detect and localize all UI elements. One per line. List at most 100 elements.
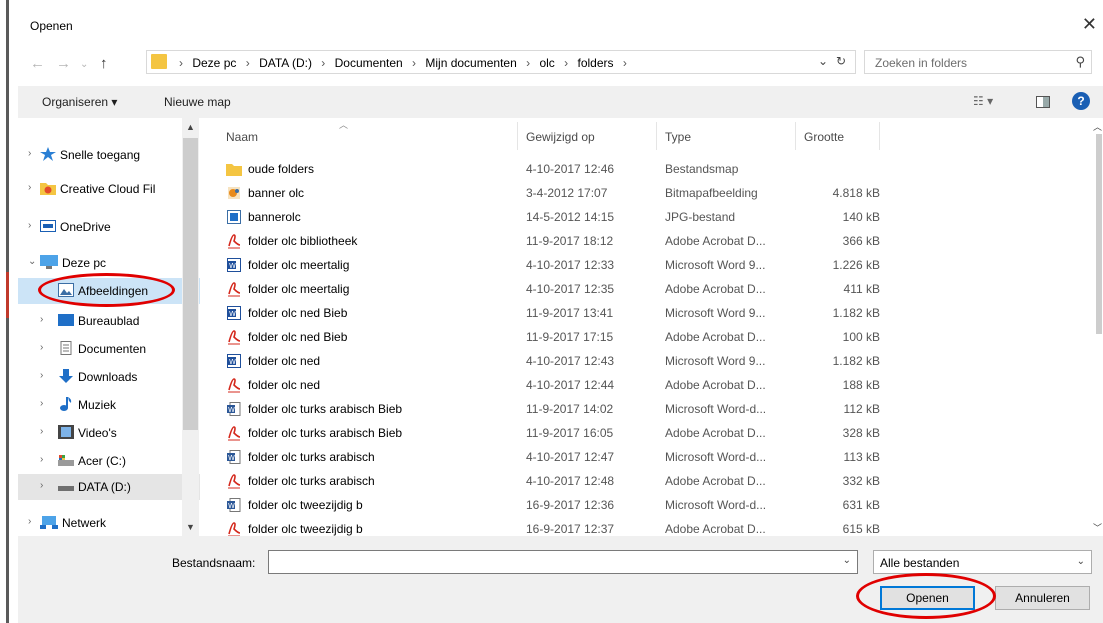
scroll-down-arrow-icon[interactable]: ﹀	[1093, 521, 1102, 534]
organize-button[interactable]: Organiseren ▾	[42, 95, 117, 109]
refresh-icon[interactable]: ↻	[836, 54, 846, 68]
nav-item-onedrive[interactable]: › OneDrive	[18, 214, 200, 240]
file-date: 11-9-2017 13:41	[526, 306, 614, 320]
file-row[interactable]: W folder olc turks arabisch Bieb 11-9-20…	[204, 397, 1064, 421]
help-icon[interactable]: ?	[1072, 92, 1090, 110]
breadcrumb-item[interactable]: DATA (D:)	[259, 56, 312, 70]
recent-locations-chevron-icon[interactable]: ⌄	[80, 59, 88, 70]
breadcrumb-item[interactable]: Documenten	[335, 56, 403, 70]
file-row[interactable]: oude folders 4-10-2017 12:46 Bestandsmap	[204, 157, 1064, 181]
file-row[interactable]: folder olc meertalig 4-10-2017 12:35 Ado…	[204, 277, 1064, 301]
expand-chevron-icon[interactable]: ›	[40, 314, 43, 325]
nav-item-drive-d[interactable]: › DATA (D:)	[18, 474, 200, 500]
file-size: 328 kB	[842, 426, 880, 440]
preview-pane-icon[interactable]	[1036, 96, 1050, 108]
file-date: 4-10-2017 12:43	[526, 354, 615, 368]
column-divider[interactable]	[656, 122, 657, 150]
forward-arrow-icon[interactable]: →	[56, 55, 71, 72]
scroll-down-arrow-icon[interactable]: ▼	[186, 522, 195, 532]
nav-item-drive-c[interactable]: › Acer (C:)	[18, 448, 200, 474]
file-row[interactable]: folder olc ned Bieb 11-9-2017 17:15 Adob…	[204, 325, 1064, 349]
nav-item-quick-access[interactable]: › Snelle toegang	[18, 142, 200, 168]
expand-chevron-icon[interactable]: ›	[28, 182, 31, 193]
cancel-button[interactable]: Annuleren	[995, 586, 1090, 610]
expand-chevron-icon[interactable]: ›	[40, 342, 43, 353]
column-header-type[interactable]: Type	[665, 130, 691, 144]
file-row[interactable]: folder olc bibliotheek 11-9-2017 18:12 A…	[204, 229, 1064, 253]
expand-chevron-icon[interactable]: ›	[40, 454, 43, 465]
file-row[interactable]: W folder olc ned 4-10-2017 12:43 Microso…	[204, 349, 1064, 373]
breadcrumb-item[interactable]: folders	[577, 56, 613, 70]
file-type: Bestandsmap	[665, 162, 739, 176]
expand-chevron-icon[interactable]: ›	[40, 480, 43, 491]
file-name: folder olc ned	[248, 354, 321, 368]
image-file-icon	[226, 209, 242, 225]
open-file-dialog: Openen ✕ ← → ⌄ ↑ › Deze pc › DATA (D:) ›…	[18, 0, 1103, 623]
breadcrumb: › Deze pc › DATA (D:) › Documenten › Mij…	[173, 56, 633, 70]
creative-cloud-icon	[40, 181, 56, 195]
expand-chevron-icon[interactable]: ›	[28, 516, 31, 527]
file-type: Adobe Acrobat D...	[665, 378, 766, 392]
nav-item-documents[interactable]: › Documenten	[18, 336, 200, 362]
navigation-scrollbar[interactable]: ▲ ▼	[182, 118, 199, 536]
filename-field[interactable]: ⌄	[268, 550, 858, 574]
breadcrumb-separator-icon: ›	[622, 56, 627, 70]
nav-item-desktop[interactable]: › Bureaublad	[18, 308, 200, 334]
close-icon[interactable]: ✕	[1082, 14, 1097, 35]
nav-item-label: Downloads	[78, 370, 138, 384]
search-input[interactable]: Zoeken in folders ⚲	[864, 50, 1092, 74]
nav-item-creative-cloud[interactable]: › Creative Cloud Fil	[18, 176, 200, 202]
column-header-size[interactable]: Grootte	[804, 130, 844, 144]
chevron-down-icon[interactable]: ⌄	[843, 555, 851, 566]
column-header-name[interactable]: Naam	[226, 130, 258, 144]
nav-item-downloads[interactable]: › Downloads	[18, 364, 200, 390]
file-date: 14-5-2012 14:15	[526, 210, 615, 224]
file-row[interactable]: W folder olc meertalig 4-10-2017 12:33 M…	[204, 253, 1064, 277]
navigation-scrollbar-thumb[interactable]	[183, 138, 198, 430]
nav-item-this-pc[interactable]: ⌄ Deze pc	[18, 250, 200, 276]
file-row[interactable]: W folder olc ned Bieb 11-9-2017 13:41 Mi…	[204, 301, 1064, 325]
pdf-file-icon	[226, 521, 242, 536]
file-list: ︿ Naam Gewijzigd op Type Grootte oude fo…	[204, 118, 1103, 536]
scroll-up-arrow-icon[interactable]: ▲	[186, 122, 195, 132]
column-divider[interactable]	[879, 122, 880, 150]
chevron-down-icon[interactable]: ⌄	[1077, 556, 1085, 567]
file-row[interactable]: folder olc turks arabisch 4-10-2017 12:4…	[204, 469, 1064, 493]
file-row[interactable]: W folder olc tweezijdig b 16-9-2017 12:3…	[204, 493, 1064, 517]
column-divider[interactable]	[795, 122, 796, 150]
expand-chevron-icon[interactable]: ›	[40, 370, 43, 381]
up-arrow-icon[interactable]: ↑	[100, 55, 108, 72]
expand-chevron-icon[interactable]: ›	[40, 398, 43, 409]
nav-item-pictures[interactable]: Afbeeldingen	[18, 278, 200, 304]
address-history-chevron-icon[interactable]: ⌄	[818, 54, 828, 68]
address-bar[interactable]: › Deze pc › DATA (D:) › Documenten › Mij…	[146, 50, 856, 74]
expand-chevron-icon[interactable]: ›	[28, 220, 31, 231]
back-arrow-icon[interactable]: ←	[30, 55, 45, 72]
file-list-scrollbar[interactable]: ︿ ﹀	[1093, 118, 1103, 536]
file-row[interactable]: folder olc turks arabisch Bieb 11-9-2017…	[204, 421, 1064, 445]
open-button[interactable]: Openen	[880, 586, 975, 610]
column-header-modified[interactable]: Gewijzigd op	[526, 130, 595, 144]
column-divider[interactable]	[517, 122, 518, 150]
file-row[interactable]: bannerolc 14-5-2012 14:15 JPG-bestand 14…	[204, 205, 1064, 229]
file-row[interactable]: folder olc tweezijdig b 16-9-2017 12:37 …	[204, 517, 1064, 536]
file-list-scrollbar-thumb[interactable]	[1096, 134, 1102, 334]
breadcrumb-separator-icon: ›	[245, 56, 250, 70]
file-type-filter[interactable]: Alle bestanden ⌄	[873, 550, 1092, 574]
nav-item-videos[interactable]: › Video's	[18, 420, 200, 446]
breadcrumb-item[interactable]: Deze pc	[192, 56, 236, 70]
view-options-icon[interactable]: ☷ ▾	[973, 94, 993, 108]
file-row[interactable]: W folder olc turks arabisch 4-10-2017 12…	[204, 445, 1064, 469]
new-folder-button[interactable]: Nieuwe map	[164, 95, 231, 109]
filename-input[interactable]	[273, 551, 833, 573]
expand-chevron-icon[interactable]: ›	[28, 148, 31, 159]
file-row[interactable]: folder olc ned 4-10-2017 12:44 Adobe Acr…	[204, 373, 1064, 397]
expand-chevron-icon[interactable]: ›	[40, 426, 43, 437]
nav-item-music[interactable]: › Muziek	[18, 392, 200, 418]
breadcrumb-item[interactable]: Mijn documenten	[425, 56, 516, 70]
nav-item-network[interactable]: › Netwerk	[18, 510, 200, 536]
breadcrumb-item[interactable]: olc	[539, 56, 554, 70]
scroll-up-arrow-icon[interactable]: ︿	[1093, 120, 1102, 133]
collapse-chevron-icon[interactable]: ⌄	[28, 256, 36, 267]
file-row[interactable]: banner olc 3-4-2012 17:07 Bitmapafbeeldi…	[204, 181, 1064, 205]
